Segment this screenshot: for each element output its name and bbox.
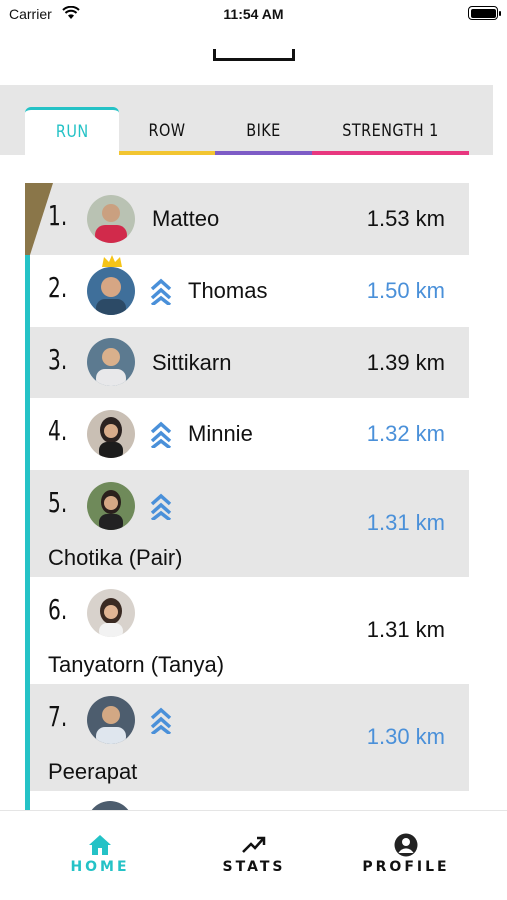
tab-row[interactable]: ROW [126,107,208,155]
tab-run-label: RUN [55,122,89,142]
participant-name: Matteo [152,206,220,231]
nav-profile[interactable]: PROFILE [336,811,476,900]
user-icon [394,833,418,857]
avatar [87,696,135,744]
tab-row-label: ROW [148,121,186,141]
rank-number: 4. [48,414,68,447]
leaderboard-row[interactable]: 3. Sittikarn 1.39 km [30,327,469,398]
distance-value: 1.30 km [366,724,445,749]
leaderboard-row[interactable]: 2. Thomas 1.50 km [30,255,469,327]
leaderboard-panel: RUN ROW BIKE STRENGTH 1 1. Matteo 1.53 k… [0,85,493,810]
home-icon [89,835,111,855]
leaderboard-row[interactable]: 6. Tanyatorn (Tanya) 1.31 km [30,577,469,684]
tab-bike-label: BIKE [246,121,281,141]
drag-handle[interactable] [213,49,295,61]
bottom-nav: HOME STATS PROFILE [0,810,507,900]
avatar [87,338,135,386]
avatar [87,801,133,810]
participant-name: Chotika (Pair) [48,545,183,570]
distance-value: 1.53 km [366,206,445,231]
rank-number: 6. [48,593,68,626]
nav-profile-label: PROFILE [362,859,450,875]
tab-strength-label: STRENGTH 1 [342,121,439,141]
participant-name: Tanyatorn (Tanya) [48,652,225,677]
crown-icon [102,255,122,267]
leaderboard-row[interactable]: 1. Matteo 1.53 km [30,183,469,255]
chevron-double-up-icon [150,421,172,448]
participant-name: Sittikarn [152,350,232,375]
chevron-double-up-icon [150,278,172,305]
participant-name: Peerapat [48,759,138,784]
avatar [87,589,135,637]
nav-home[interactable]: HOME [30,811,170,900]
rank-number: 2. [48,271,68,304]
distance-value: 1.31 km [366,510,445,535]
participant-name: Minnie [188,421,253,446]
distance-value: 1.50 km [366,278,445,303]
rank-number: 5. [48,486,68,519]
trending-up-icon [242,836,266,853]
avatar [87,482,135,530]
distance-value: 1.39 km [366,350,445,375]
participant-name: Thomas [188,278,268,303]
rank-number: 7. [48,700,68,733]
tab-strength-1[interactable]: STRENGTH 1 [324,107,457,155]
nav-home-label: HOME [70,859,130,875]
status-time: 11:54 AM [223,6,284,22]
tab-bike[interactable]: BIKE [222,107,304,155]
leaderboard-list[interactable]: 1. Matteo 1.53 km 2. Thomas 1.50 km 3. S… [0,155,493,810]
leaderboard-row[interactable]: 5. Chotika (Pair) 1.31 km [30,470,469,577]
scroll-track[interactable] [493,85,507,810]
leaderboard-row[interactable]: 4. Minnie 1.32 km [30,398,469,470]
nav-stats-label: STATS [222,859,286,875]
leaderboard-row[interactable]: 7. Peerapat 1.30 km [30,684,469,791]
tab-run[interactable]: RUN [25,107,119,155]
avatar [87,267,135,315]
status-bar: Carrier 11:54 AM [0,0,507,28]
nav-stats[interactable]: STATS [184,811,324,900]
activity-tabs: RUN ROW BIKE STRENGTH 1 [25,107,469,155]
first-place-marker [25,183,53,255]
distance-value: 1.31 km [366,617,445,642]
battery-icon [468,6,501,20]
chevron-double-up-icon [150,707,172,734]
avatar [87,195,135,243]
avatar [87,410,135,458]
rank-number: 3. [48,343,68,376]
distance-value: 1.32 km [366,421,445,446]
chevron-double-up-icon [150,493,172,520]
